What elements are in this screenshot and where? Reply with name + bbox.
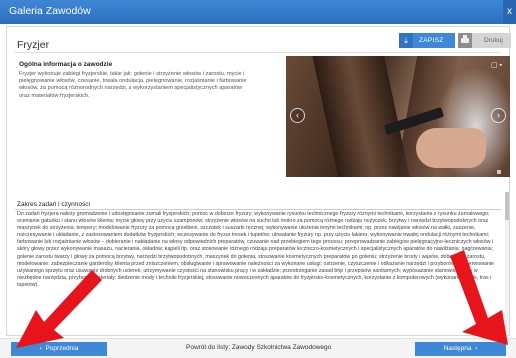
print-button-label: Drukuj bbox=[484, 37, 503, 44]
gallery-photo: ‹ › ▢ ▪ bbox=[286, 56, 510, 177]
red-arrow-annotation-left bbox=[16, 270, 102, 348]
general-info-text: Fryzjer wykonuje zabiegi fryzjerskie, ta… bbox=[19, 71, 247, 99]
save-button-label: ZAPISZ bbox=[419, 37, 444, 44]
print-button[interactable]: Drukuj bbox=[458, 33, 511, 48]
divider bbox=[15, 52, 501, 53]
app-title: Galeria Zawodów bbox=[9, 5, 91, 17]
tasks-title: Zakres zadań i czynności bbox=[17, 201, 90, 208]
divider bbox=[15, 209, 501, 210]
save-button[interactable]: ⤓ ZAPISZ bbox=[399, 33, 455, 48]
chevron-left-icon[interactable]: ‹ bbox=[290, 108, 305, 123]
copyright-icon bbox=[497, 170, 501, 174]
scrollbar-thumb[interactable] bbox=[505, 192, 509, 220]
title-bar: Galeria Zawodów i x bbox=[0, 0, 516, 24]
printer-icon bbox=[458, 33, 472, 48]
back-to-list-link[interactable]: Powrót do listy: Zawody Szkolnictwa Zawo… bbox=[186, 344, 331, 351]
download-icon: ⤓ bbox=[399, 33, 413, 48]
general-info-title: Ogólna informacja o zawodzie bbox=[19, 61, 113, 68]
page-title: Fryzjer bbox=[17, 39, 50, 51]
red-arrow-annotation-right bbox=[450, 250, 508, 345]
chevron-right-icon[interactable]: › bbox=[491, 108, 506, 123]
gallery-dots[interactable]: ▢ ▪ bbox=[491, 61, 502, 69]
close-icon[interactable]: x bbox=[503, 0, 516, 24]
